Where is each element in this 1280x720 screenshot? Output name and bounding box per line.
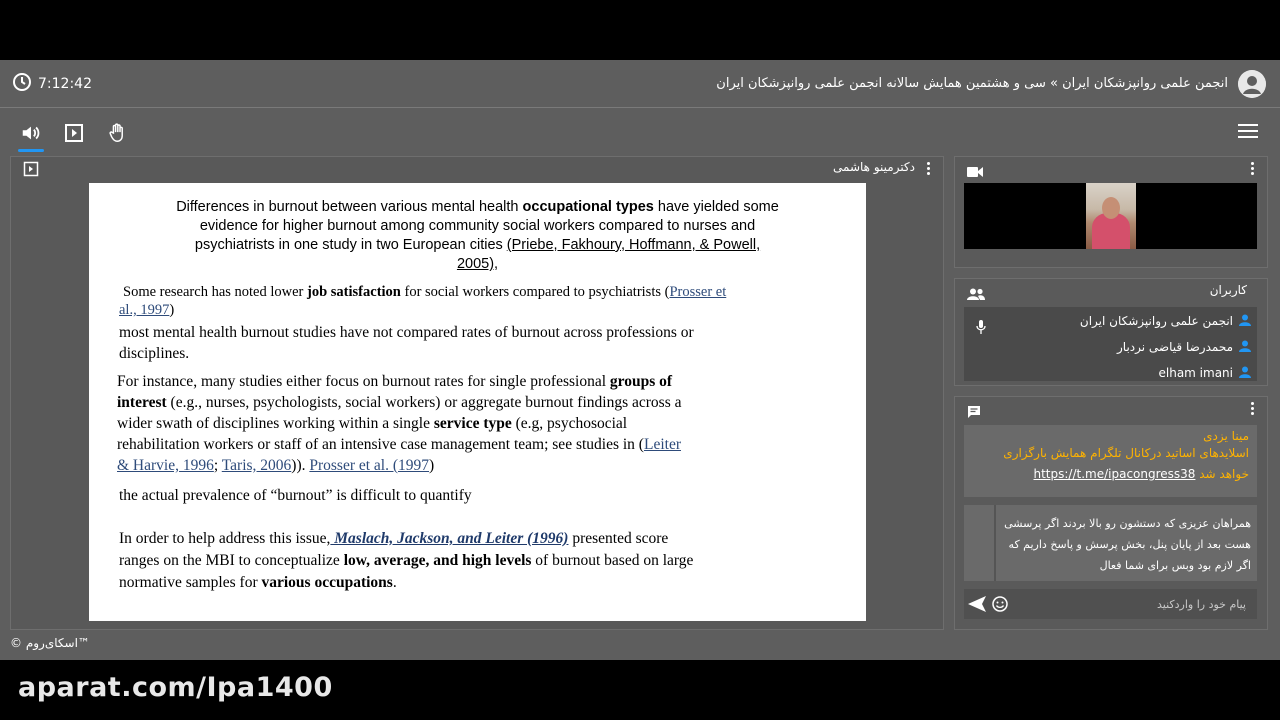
top-bar: 7:12:42 انجمن علمی روانپزشکان ایران » سی… <box>0 60 1280 108</box>
menu-icon-bar <box>1238 136 1258 138</box>
chat-icon <box>967 404 981 423</box>
send-icon[interactable] <box>968 596 986 616</box>
clock-icon <box>12 72 32 96</box>
user-row[interactable]: انجمن علمی روانپزشکان ایران <box>1080 311 1251 331</box>
presenter-name: دکترمینو هاشمی <box>833 160 915 174</box>
slide-paragraph-5b: ranges on the MBI to conceptualize low, … <box>119 552 694 569</box>
notice-message: همراهان عزیزی که دستشون رو بالا بردند اگ… <box>964 505 1257 581</box>
person-icon <box>1239 314 1251 329</box>
chat-input-row <box>964 589 1257 619</box>
toolbar <box>0 116 1280 152</box>
slide-paragraph-4: the actual prevalence of “burnout” is di… <box>119 487 472 504</box>
stage-header: دکترمینو هاشمی <box>11 157 943 181</box>
slide-heading-line2: evidence for higher burnout among commun… <box>199 218 756 234</box>
slide-heading-line1: Differences in burnout between various m… <box>176 199 779 215</box>
user-row[interactable]: محمدرضا قیاضی نردبار <box>1117 337 1251 357</box>
slide: Differences in burnout between various m… <box>89 183 866 621</box>
slide-toggle-icon[interactable] <box>23 161 39 181</box>
avatar[interactable] <box>1238 70 1266 98</box>
presentation-button[interactable] <box>61 120 87 146</box>
slide-paragraph-3e: & Harvie, 1996; Taris, 2006)). Prosser e… <box>117 457 435 474</box>
chat-author: مینا یزدی <box>1203 429 1249 443</box>
room-title: انجمن علمی روانپزشکان ایران » سی و هشتمی… <box>716 76 1228 91</box>
person-icon <box>1239 366 1251 381</box>
users-label: کاربران <box>1209 283 1247 297</box>
slide-heading-line4: 2005), <box>456 256 499 272</box>
hand-icon <box>109 123 123 142</box>
slide-paragraph-3c: wider swath of disciplines working withi… <box>117 415 628 432</box>
users-panel: کاربران انجمن علمی روانپزشکان ایران محمد… <box>954 278 1268 386</box>
chat-panel: مینا یزدی اسلایدهای اساتید درکانال تلگرا… <box>954 396 1268 630</box>
mic-icon[interactable] <box>976 319 986 338</box>
user-row[interactable]: elham imani <box>1158 363 1251 383</box>
slide-paragraph-5c: normative samples for various occupation… <box>119 574 397 591</box>
session-time: 7:12:42 <box>38 76 92 92</box>
user-name: انجمن علمی روانپزشکان ایران <box>1079 314 1233 328</box>
users-list: انجمن علمی روانپزشکان ایران محمدرضا قیاض… <box>964 307 1257 381</box>
video-panel <box>954 156 1268 268</box>
chat-link[interactable]: https://t.me/ipacongress38 <box>1033 467 1195 481</box>
person-icon <box>1239 340 1251 355</box>
chat-text: اسلایدهای اساتید درکانال تلگرام همایش با… <box>1003 446 1249 460</box>
session-clock: 7:12:42 <box>12 72 92 96</box>
webcam-thumbnail[interactable] <box>1086 183 1136 249</box>
menu-icon-bar <box>1238 130 1258 132</box>
emoji-icon[interactable] <box>992 596 1008 616</box>
skyroom-app: 7:12:42 انجمن علمی روانپزشکان ایران » سی… <box>0 60 1280 660</box>
presentation-icon <box>65 124 83 142</box>
camera-icon <box>967 163 983 182</box>
aparat-watermark: aparat.com/Ipa1400 <box>18 672 333 703</box>
slide-paragraph-5a: In order to help address this issue, Mas… <box>119 530 669 547</box>
slide-paragraph-2: most mental health burnout studies have … <box>119 324 694 341</box>
raise-hand-button[interactable] <box>105 120 131 146</box>
chat-input[interactable] <box>1016 589 1252 619</box>
video-options-icon[interactable] <box>1251 162 1255 175</box>
slide-paragraph-3b: interest (e.g., nurses, psychologists, s… <box>117 394 682 411</box>
slide-paragraph-2b: disciplines. <box>119 345 190 362</box>
menu-icon-bar <box>1238 124 1258 126</box>
chat-text-line2: خواهد شد https://t.me/ipacongress38 <box>1033 467 1249 481</box>
chat-options-icon[interactable] <box>1251 402 1255 415</box>
slide-paragraph-3d: rehabilitation workers or staff of an in… <box>117 436 681 453</box>
speaker-icon <box>22 126 40 140</box>
video-feed <box>964 183 1257 249</box>
slide-paragraph-1b: al., 1997) <box>119 302 175 318</box>
stage-options-icon[interactable] <box>927 162 931 175</box>
slide-paragraph-3a: For instance, many studies either focus … <box>117 373 673 390</box>
slide-paragraph-1: Some research has noted lower job satisf… <box>123 284 727 300</box>
user-name: elham imani <box>1158 366 1234 380</box>
slide-heading-line3: psychiatrists in one study in two Europe… <box>194 237 761 253</box>
users-icon <box>967 285 985 304</box>
skyroom-brand: © اسکای‌روم™ <box>10 636 90 650</box>
user-name: محمدرضا قیاضی نردبار <box>1117 340 1233 354</box>
menu-button[interactable] <box>1238 122 1258 140</box>
speaker-button[interactable] <box>18 120 44 152</box>
chat-message: مینا یزدی اسلایدهای اساتید درکانال تلگرا… <box>964 425 1257 497</box>
user-avatar-icon <box>1238 70 1266 98</box>
presentation-stage: دکترمینو هاشمی Differences in burnout be… <box>10 156 944 630</box>
notice-text: همراهان عزیزی که دستشون رو بالا بردند اگ… <box>1004 517 1251 572</box>
